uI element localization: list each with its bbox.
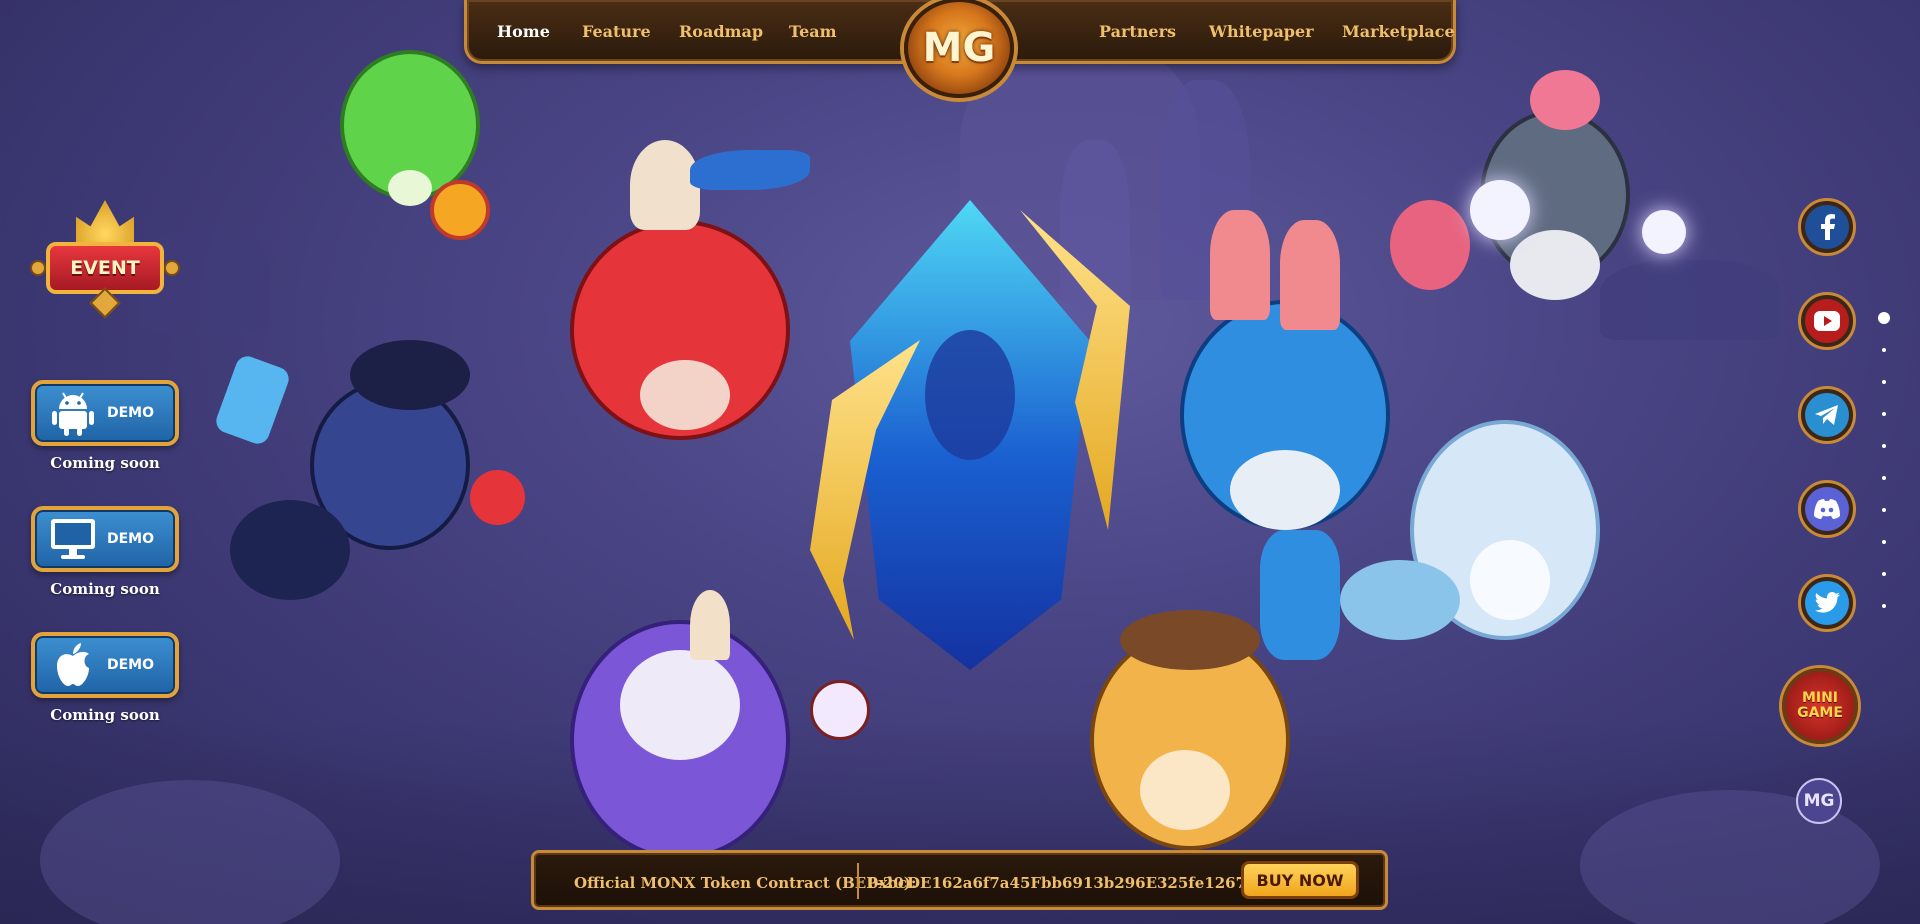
telegram-link[interactable] bbox=[1798, 386, 1856, 444]
nav-whitepaper[interactable]: Whitepaper bbox=[1209, 22, 1314, 41]
android-demo-button[interactable]: DEMO bbox=[31, 380, 179, 446]
facebook-link[interactable] bbox=[1798, 198, 1856, 256]
nav-partners[interactable]: Partners bbox=[1099, 22, 1176, 41]
demo-label: DEMO bbox=[107, 405, 155, 421]
event-label: EVENT bbox=[46, 242, 164, 294]
buy-now-button[interactable]: BUY NOW bbox=[1241, 861, 1359, 899]
scroll-dot-active[interactable] bbox=[1878, 312, 1890, 324]
crown-icon bbox=[76, 200, 134, 248]
demo-label: DEMO bbox=[107, 657, 155, 673]
orange-monster-image bbox=[1040, 610, 1340, 860]
apple-coming-soon: Coming soon bbox=[50, 706, 160, 724]
mini-game-button[interactable]: MINI GAME bbox=[1782, 668, 1858, 744]
twitter-link[interactable] bbox=[1798, 574, 1856, 632]
scroll-dot[interactable] bbox=[1882, 476, 1886, 480]
scroll-dot[interactable] bbox=[1882, 380, 1886, 384]
apple-icon bbox=[47, 639, 99, 691]
demo-label: DEMO bbox=[107, 531, 155, 547]
logo-text: MG bbox=[922, 25, 996, 71]
wing-right-icon bbox=[164, 260, 180, 276]
contract-address[interactable]: 0xbcDE162a6f7a45Fbb6913b296E325fe1267A1E… bbox=[868, 874, 1301, 892]
facebook-icon bbox=[1805, 205, 1849, 249]
youtube-link[interactable] bbox=[1798, 292, 1856, 350]
nav-feature[interactable]: Feature bbox=[582, 22, 651, 41]
nav-marketplace[interactable]: Marketplace bbox=[1342, 22, 1455, 41]
blue-bear-monster-image bbox=[212, 340, 540, 630]
nav-roadmap[interactable]: Roadmap bbox=[679, 22, 763, 41]
mg-badge-button[interactable]: MG bbox=[1796, 778, 1842, 824]
token-contract-bar: Official MONX Token Contract (BEP-20): 0… bbox=[531, 850, 1388, 910]
telegram-icon bbox=[1805, 393, 1849, 437]
divider bbox=[857, 863, 859, 899]
twitter-icon bbox=[1805, 581, 1849, 625]
android-icon bbox=[47, 387, 99, 439]
apple-demo-button[interactable]: DEMO bbox=[31, 632, 179, 698]
desktop-demo-button[interactable]: DEMO bbox=[31, 506, 179, 572]
discord-link[interactable] bbox=[1798, 480, 1856, 538]
youtube-icon bbox=[1805, 299, 1849, 343]
event-badge[interactable]: EVENT bbox=[30, 200, 180, 320]
scroll-dot[interactable] bbox=[1882, 572, 1886, 576]
white-yeti-monster-image bbox=[1340, 400, 1660, 700]
scroll-dot[interactable] bbox=[1882, 412, 1886, 416]
nav-team[interactable]: Team bbox=[789, 22, 837, 41]
scroll-dot[interactable] bbox=[1882, 444, 1886, 448]
nav-home[interactable]: Home bbox=[497, 22, 550, 41]
discord-icon bbox=[1805, 487, 1849, 531]
scroll-dot[interactable] bbox=[1882, 348, 1886, 352]
purple-monster-image bbox=[500, 590, 900, 860]
scroll-dot[interactable] bbox=[1882, 540, 1886, 544]
wing-left-icon bbox=[30, 260, 46, 276]
mini-game-line2: GAME bbox=[1797, 705, 1843, 721]
contract-label: Official MONX Token Contract (BEP-20): bbox=[574, 874, 917, 892]
site-logo[interactable]: MG bbox=[904, 0, 1014, 98]
desktop-coming-soon: Coming soon bbox=[50, 580, 160, 598]
scroll-dot[interactable] bbox=[1882, 604, 1886, 608]
android-coming-soon: Coming soon bbox=[50, 454, 160, 472]
desktop-icon bbox=[47, 513, 99, 565]
robot-monster-image bbox=[1380, 70, 1686, 340]
scroll-dot[interactable] bbox=[1882, 508, 1886, 512]
mg-badge-text: MG bbox=[1803, 791, 1835, 811]
mini-game-line1: MINI bbox=[1801, 690, 1839, 706]
